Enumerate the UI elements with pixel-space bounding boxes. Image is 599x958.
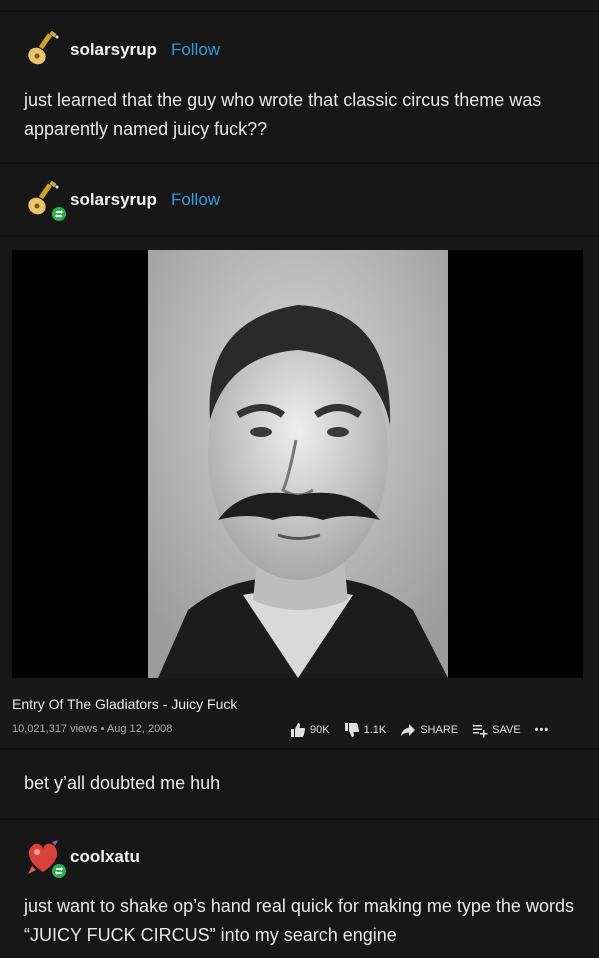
post-text: just learned that the guy who wrote that… [24,90,542,139]
heart-avatar-icon[interactable] [24,838,68,880]
video-title[interactable]: Entry Of The Gladiators - Juicy Fuck [12,696,237,712]
save-label: SAVE [492,724,521,736]
more-options-button[interactable]: ••• [535,724,550,736]
post-header: coolxatu [24,838,140,880]
dislike-count: 1.1K [363,724,387,736]
playlist-add-icon [473,725,488,738]
dislike-button[interactable]: 1.1K [344,722,387,738]
divider [0,162,599,164]
divider [0,818,599,820]
video-meta: 10,021,317 views • Aug 12, 2008 [12,723,173,735]
portrait-photo [148,250,448,678]
post-header: solarsyrup Follow [24,181,220,223]
thumbs-down-icon [344,723,359,737]
divider [0,748,599,750]
username[interactable]: coolxatu [70,847,140,867]
share-button[interactable]: SHARE [400,722,458,738]
thumbs-up-icon [291,723,306,737]
like-button[interactable]: 90K [290,722,330,738]
post-text: bet y’all doubted me huh [24,773,221,793]
follow-button[interactable]: Follow [171,190,220,210]
save-button[interactable]: SAVE [472,722,521,738]
share-label: SHARE [420,724,459,736]
divider [0,10,599,12]
video-info: Entry Of The Gladiators - Juicy Fuck 10,… [0,680,599,748]
divider [0,235,599,237]
guitar-avatar-icon[interactable] [24,31,62,69]
username[interactable]: solarsyrup [70,40,157,60]
video-actions: 90K 1.1K SHARE SAVE ••• [290,722,549,738]
like-count: 90K [310,724,330,736]
reblog-icon [50,205,68,223]
share-arrow-icon [401,724,416,736]
post-header: solarsyrup Follow [24,31,220,69]
reblog-icon [50,862,68,880]
follow-button[interactable]: Follow [171,40,220,60]
post-text: just want to shake op’s hand real quick … [24,896,574,945]
video-player[interactable] [12,250,583,678]
username[interactable]: solarsyrup [70,190,157,210]
guitar-avatar-icon[interactable] [24,181,68,223]
